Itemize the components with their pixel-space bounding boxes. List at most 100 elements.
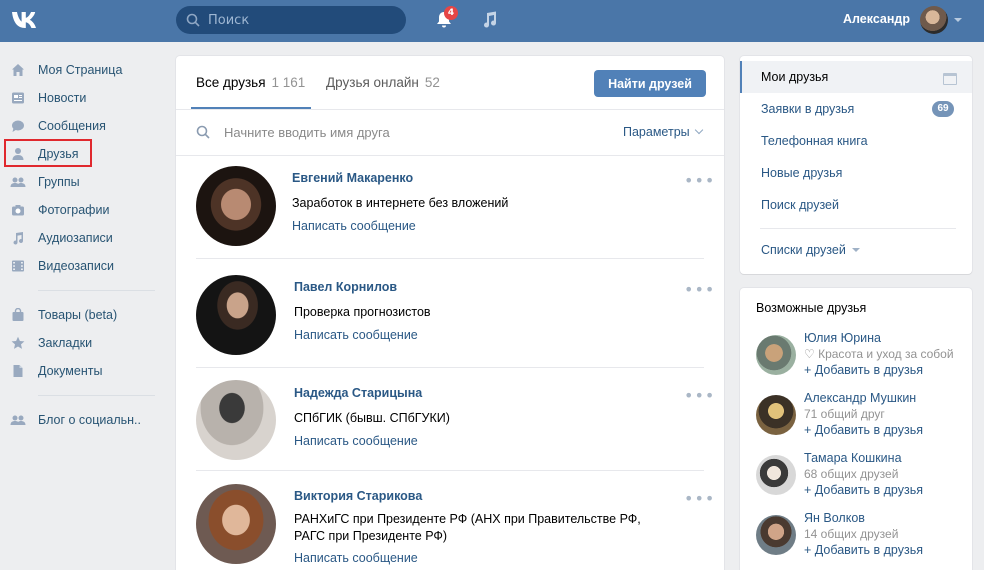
tab-label: Все друзья — [196, 75, 266, 90]
friend-avatar[interactable] — [196, 380, 276, 460]
menu-divider — [760, 228, 956, 229]
suggestion-avatar[interactable] — [756, 335, 796, 375]
suggestion-desc: 14 общих друзей — [804, 527, 899, 541]
write-message-link[interactable]: Написать сообщение — [292, 219, 416, 233]
sidebar-item-video[interactable]: Видеозаписи — [0, 252, 165, 280]
menu-new-friends[interactable]: Новые друзья — [740, 157, 972, 189]
suggestion-name[interactable]: Александр Мушкин — [804, 391, 916, 405]
suggestion-desc: 71 общий друг — [804, 407, 885, 421]
friend-avatar[interactable] — [196, 166, 276, 246]
friend-filter: Параметры — [176, 110, 724, 156]
sidebar-item-label: Закладки — [38, 336, 93, 350]
chevron-down-icon — [694, 125, 703, 135]
user-avatar[interactable] — [920, 6, 948, 34]
left-navigation: Моя Страница Новости Сообщения Друзья Гр… — [0, 56, 165, 434]
row-divider — [196, 258, 704, 259]
find-friends-button[interactable]: Найти друзей — [594, 70, 706, 97]
sidebar-item-messages[interactable]: Сообщения — [0, 112, 165, 140]
sidebar-item-photos[interactable]: Фотографии — [0, 196, 165, 224]
add-friend-link[interactable]: + Добавить в друзья — [804, 363, 923, 377]
chevron-down-icon[interactable] — [954, 18, 962, 22]
write-message-link[interactable]: Написать сообщение — [294, 434, 418, 448]
sidebar-item-label: Аудиозаписи — [38, 231, 113, 245]
add-friend-link[interactable]: + Добавить в друзья — [804, 483, 923, 497]
bag-icon — [10, 307, 26, 323]
requests-badge: 69 — [932, 101, 954, 117]
sidebar-item-my-page[interactable]: Моя Страница — [0, 56, 165, 84]
menu-search-friends[interactable]: Поиск друзей — [740, 189, 972, 221]
add-friend-link[interactable]: + Добавить в друзья — [804, 423, 923, 437]
group-icon — [10, 412, 26, 428]
friends-tabs: Все друзья 1 161 Друзья онлайн 52 Найти др… — [176, 56, 724, 110]
suggestion-name[interactable]: Юлия Юрина — [804, 331, 881, 345]
menu-phone-book[interactable]: Телефонная книга — [740, 125, 972, 157]
friend-subtitle: Проверка прогнозистов — [294, 305, 431, 319]
more-options-icon[interactable]: ••• — [684, 280, 715, 299]
friend-avatar[interactable] — [196, 484, 276, 564]
friend-search-input[interactable] — [224, 122, 584, 142]
sidebar-item-label: Товары (beta) — [38, 308, 118, 322]
sidebar-item-label: Моя Страница — [38, 63, 123, 77]
tab-all-friends[interactable]: Все друзья 1 161 — [196, 75, 305, 90]
groups-icon — [10, 174, 26, 190]
nav-divider — [38, 395, 155, 396]
star-icon — [10, 335, 26, 351]
friend-name[interactable]: Павел Корнилов — [294, 280, 397, 294]
menu-friend-requests[interactable]: Заявки в друзья 69 — [740, 93, 972, 125]
music-note-icon — [10, 230, 26, 246]
sidebar-item-label: Группы — [38, 175, 80, 189]
friends-panel: Все друзья 1 161 Друзья онлайн 52 Найти др… — [176, 56, 724, 570]
messages-icon — [10, 118, 26, 134]
sidebar-item-groups[interactable]: Группы — [0, 168, 165, 196]
friend-name[interactable]: Надежда Старицына — [294, 386, 422, 400]
search-input[interactable] — [208, 12, 398, 28]
sidebar-item-market[interactable]: Товары (beta) — [0, 301, 165, 329]
write-message-link[interactable]: Написать сообщение — [294, 551, 418, 565]
home-icon — [10, 62, 26, 78]
more-options-icon[interactable]: ••• — [684, 489, 715, 508]
suggestion-avatar[interactable] — [756, 455, 796, 495]
sidebar-item-label: Документы — [38, 364, 103, 378]
friends-menu: Мои друзья Заявки в друзья 69 Телефонная… — [740, 56, 972, 274]
suggestion-name[interactable]: Ян Волков — [804, 511, 865, 525]
add-friend-link[interactable]: + Добавить в друзья — [804, 543, 923, 557]
sidebar-item-news[interactable]: Новости — [0, 84, 165, 112]
news-icon — [10, 90, 26, 106]
parameters-label: Параметры — [623, 125, 690, 139]
friend-name[interactable]: Виктория Старикова — [294, 489, 422, 503]
video-icon — [10, 258, 26, 274]
menu-label: Поиск друзей — [761, 198, 839, 212]
tab-label: Друзья онлайн — [326, 75, 419, 90]
suggestion-desc: ♡ Красота и уход за собой — [804, 347, 954, 361]
music-icon[interactable] — [480, 10, 500, 30]
chevron-down-icon — [851, 248, 860, 252]
suggestion-item: Тамара Кошкина 68 общих друзей + Добавит… — [740, 451, 972, 511]
suggestion-avatar[interactable] — [756, 515, 796, 555]
friend-subtitle: СПбГИК (бывш. СПбГУКИ) — [294, 411, 450, 425]
sidebar-item-documents[interactable]: Документы — [0, 357, 165, 385]
friend-avatar[interactable] — [196, 275, 276, 355]
parameters-dropdown[interactable]: Параметры — [623, 125, 703, 139]
sidebar-item-blog-group[interactable]: Блог о социальн.. — [0, 406, 165, 434]
calendar-icon[interactable] — [943, 73, 957, 85]
more-options-icon[interactable]: ••• — [684, 171, 715, 190]
suggestion-avatar[interactable] — [756, 395, 796, 435]
menu-friend-lists[interactable]: Списки друзей — [740, 234, 972, 266]
suggestion-item: Юлия Юрина ♡ Красота и уход за собой + Д… — [740, 331, 972, 391]
menu-my-friends[interactable]: Мои друзья — [740, 61, 972, 93]
tab-friends-online[interactable]: Друзья онлайн 52 — [326, 75, 440, 90]
vk-logo-icon[interactable] — [10, 8, 46, 32]
sidebar-item-label: Блог о социальн.. — [38, 413, 141, 427]
write-message-link[interactable]: Написать сообщение — [294, 328, 418, 342]
menu-label: Мои друзья — [761, 70, 829, 84]
search-bar[interactable] — [176, 6, 406, 34]
more-options-icon[interactable]: ••• — [684, 386, 715, 405]
suggestion-desc: 68 общих друзей — [804, 467, 899, 481]
menu-label: Новые друзья — [761, 166, 843, 180]
user-name[interactable]: Александр — [843, 12, 910, 26]
possible-friends-panel: Возможные друзья Юлия Юрина ♡ Красота и … — [740, 288, 972, 570]
friend-name[interactable]: Евгений Макаренко — [292, 171, 413, 185]
suggestion-name[interactable]: Тамара Кошкина — [804, 451, 902, 465]
sidebar-item-audio[interactable]: Аудиозаписи — [0, 224, 165, 252]
sidebar-item-bookmarks[interactable]: Закладки — [0, 329, 165, 357]
